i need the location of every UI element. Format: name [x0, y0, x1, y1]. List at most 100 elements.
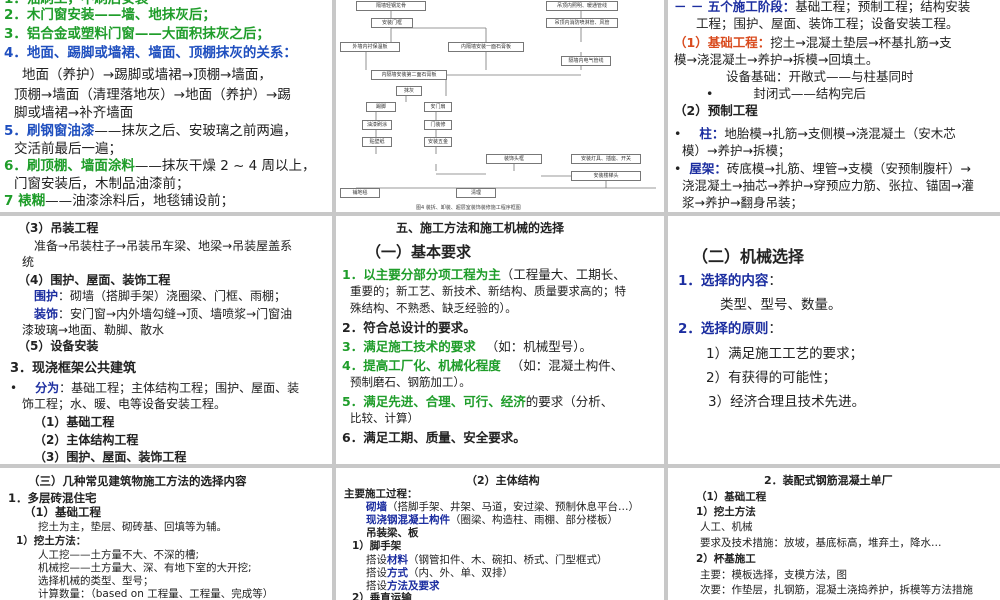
text-line: 6．满足工期、质量、安全要求。: [342, 430, 526, 445]
text-line: 2．符合总设计的要求。: [342, 320, 476, 335]
body-text: ：: [768, 273, 782, 289]
text-line: 要求及技术措施：放坡，基底标高，堆弃土，降水…: [700, 537, 942, 549]
text-line: 重要的；新工艺、新技术、新结构、质量要求高的；特: [350, 284, 626, 298]
text-line: 3．铝合金或塑料门窗——大面积抹灰之后；: [4, 26, 270, 42]
flow-box: 踢脚: [366, 102, 396, 112]
flow-box: 隔墙内电气管线: [561, 56, 611, 66]
bullet: •: [674, 161, 682, 176]
flow-box: 外墙内衬保温板: [340, 42, 400, 52]
heading-text: 5．刷钢窗油漆: [4, 123, 95, 139]
panel-main-structure: （2）主体结构 主要施工过程： 砌墙（搭脚手架、井架、马道，安过梁、预制休息平台…: [336, 468, 664, 600]
panel-basic-requirements: 五、施工方法和施工机械的选择 （一）基本要求 1．以主要分部分项工程为主（工程量…: [336, 216, 664, 464]
text-line: 比较、计算）: [350, 411, 419, 425]
body-text: （工程量大、工期长、: [500, 267, 626, 282]
text-line: 人工、机械: [700, 521, 753, 533]
text-line: 1）满足施工工艺的要求；: [706, 346, 864, 362]
text-line: 3．满足施工技术的要求 （如：机械型号）。: [342, 338, 592, 355]
text-line: 类型、型号、数量。: [720, 297, 842, 313]
flow-box: 隔墙轻钢龙骨: [356, 1, 426, 11]
bullet: •: [10, 381, 18, 395]
body-text: （如：机械型号）。: [485, 339, 592, 354]
body-text: 地胎模→扎筋→支侧模→浇混凝土（安木芯: [724, 126, 956, 141]
body-text: 的要求（分析、: [525, 394, 614, 409]
body-text: （内、外、单、双排）: [408, 567, 513, 579]
body-text: （搭脚手架、井架、马道，安过梁、预制休息平台…）: [387, 501, 639, 513]
heading-text: 方法及要求: [387, 580, 440, 592]
body-text: 砖底模→扎筋、埋管→支模（安预制腹杆）→: [726, 161, 971, 176]
heading-text: 分为: [35, 381, 60, 395]
text-line: 浆→养护→翻身吊装；: [682, 195, 803, 210]
text-line: 现浇钢混凝土构件（圈梁、构造柱、雨棚、部分楼板）: [366, 514, 618, 527]
heading-text: 围护: [34, 289, 59, 303]
heading-text: 4．提高工厂化、机械化程度: [342, 358, 501, 373]
body-text: 搭设: [366, 554, 387, 566]
flow-box: 安装灯具、插座、开关: [571, 154, 641, 164]
text-line: • 分为：基础工程；主体结构工程；围护、屋面、装: [10, 380, 299, 396]
text-line: 顶棚→墙面（清理落地灰）→地面（养护）→踢: [14, 87, 291, 103]
text-line: 主要施工过程：: [344, 488, 418, 500]
text-line: 2）垂直运输: [352, 592, 412, 600]
heading-text: 屋架：: [689, 161, 727, 176]
text-line: 吊装梁、板: [366, 527, 419, 539]
text-line: 3．现浇框架公共建筑: [10, 361, 137, 376]
heading-text: 3．满足施工技术的要求: [342, 339, 476, 354]
text-line: 搭设材料（钢管扣件、木、碗扣、桥式、门型框式）: [366, 554, 608, 567]
text-line: 浇混凝土→抽芯→养护→穿预应力筋、张拉、锚固→灌: [682, 178, 974, 193]
body-text: 基础工程；预制工程；结构安装: [795, 0, 971, 14]
section-title: （三）几种常见建筑物施工方法的选择内容: [28, 474, 247, 488]
flow-box: 安门扇: [424, 102, 452, 112]
text-line: （3）吊装工程: [18, 221, 99, 235]
text-line: （2）主体结构工程: [34, 433, 139, 447]
body-text: （钢管扣件、木、碗扣、桥式、门型框式）: [408, 554, 608, 566]
text-line: 机械挖——土方量大、深、有地下室的大开挖;: [38, 562, 252, 574]
panel-erection-works: （3）吊装工程 准备→吊装柱子→吊装吊车梁、地梁→吊装屋盖系 统 （4）围护、屋…: [0, 216, 332, 464]
heading-text: 装饰: [34, 307, 59, 321]
flow-box: 油漆刷涂: [362, 120, 392, 130]
flow-box: 吊顶内照明、暖通管线: [546, 1, 618, 11]
text-line: 计算数量：（based on 工程量、工程量、完成等）: [38, 588, 274, 600]
text-line: 地面（养护）→踢脚或墙裙→顶棚→墙面，: [22, 67, 272, 83]
text-line: 装饰：安门窗→内外墙勾缝→顶、墙喷浆→门窗油: [34, 306, 292, 322]
text-line: 模→浇混凝土→养护→拆模→回填土。: [674, 52, 879, 67]
text-line: － － 五个施工阶段：基础工程；预制工程；结构安装: [674, 0, 970, 15]
text-line: 搭设方式（内、外、单、双排）: [366, 567, 513, 580]
text-line: 门窗安装后，木制品油漆前；: [14, 176, 190, 192]
text-line: 7 裱糊——油漆涂料后，地毯铺设前；: [4, 192, 234, 210]
heading-text: 4．地面、踢脚或墙裙、墙面、顶棚抹灰的关系：: [4, 45, 297, 61]
flow-box: 吊顶内消防喷淋管、风管: [546, 18, 618, 28]
heading-text: 1．选择的内容: [678, 273, 769, 289]
flow-box: 铺地毯: [340, 188, 380, 198]
flow-box: 安装门框: [371, 18, 413, 28]
flow-box: 内隔墙安装第二面石膏板: [371, 70, 447, 80]
text-line: （5）设备安装: [18, 339, 99, 353]
text-line: 漆玻璃→地面、勒脚、散水: [22, 323, 165, 337]
text-line: 选择机械的类型、型号；: [38, 575, 154, 587]
text-line: 砌墙（搭脚手架、井架、马道，安过梁、预制休息平台…）: [366, 501, 639, 514]
text-line: 1．以主要分部分项工程为主（工程量大、工期长、: [342, 266, 626, 283]
body-text: ：砌墙（搭脚手架）浇圈梁、门框、雨棚；: [58, 289, 287, 303]
text-line: 2）有获得的可能性；: [706, 370, 837, 386]
text-line: • 柱：地胎模→扎筋→支侧模→浇混凝土（安木芯: [674, 125, 956, 142]
text-line: 1．多层砖混住宅: [8, 491, 97, 505]
heading-text: 材料: [387, 554, 408, 566]
heading-text: － － 五个施工阶段：: [674, 0, 796, 14]
heading-text: 2．选择的原则: [678, 321, 769, 337]
text-line: （2）预制工程: [674, 103, 758, 118]
text-line: 预制磨石、钢筋加工）。: [350, 375, 471, 389]
text-line: （1）基础工程: [24, 505, 102, 519]
text-line: 5．刷钢窗油漆——抹灰之后、安玻璃之前两遍，: [4, 122, 297, 140]
body-text: 挖土→混凝土垫层→杯基扎筋→支: [770, 35, 952, 50]
figure-caption: 图4 装拆、卸装、超层室装饰装修施工程序框图: [416, 205, 521, 211]
heading-text: 现浇钢混凝土构件: [366, 514, 450, 526]
heading-text: 6．刷顶棚、墙面涂料: [4, 158, 135, 174]
text-line: 模）→养护→拆模；: [682, 143, 791, 158]
heading-text: 柱：: [699, 126, 725, 141]
text-line: 挖土为主，垫层、砌砖基、回填等为辅。: [38, 521, 227, 533]
heading-text: 方式: [387, 567, 408, 579]
flow-box: 贴壁纸: [362, 137, 392, 147]
heading-text: （1）基础工程：: [674, 35, 771, 50]
body-text: （如：混凝土构件、: [510, 358, 624, 373]
panel-precast-factory: 2．装配式钢筋混凝土单厂 （1）基础工程 1）挖土方法 人工、机械 要求及技术措…: [668, 468, 1000, 600]
body-text: ——油漆涂料后，地毯铺设前；: [45, 193, 235, 209]
text-line: 脚或墙裙→补齐墙面: [14, 105, 134, 121]
